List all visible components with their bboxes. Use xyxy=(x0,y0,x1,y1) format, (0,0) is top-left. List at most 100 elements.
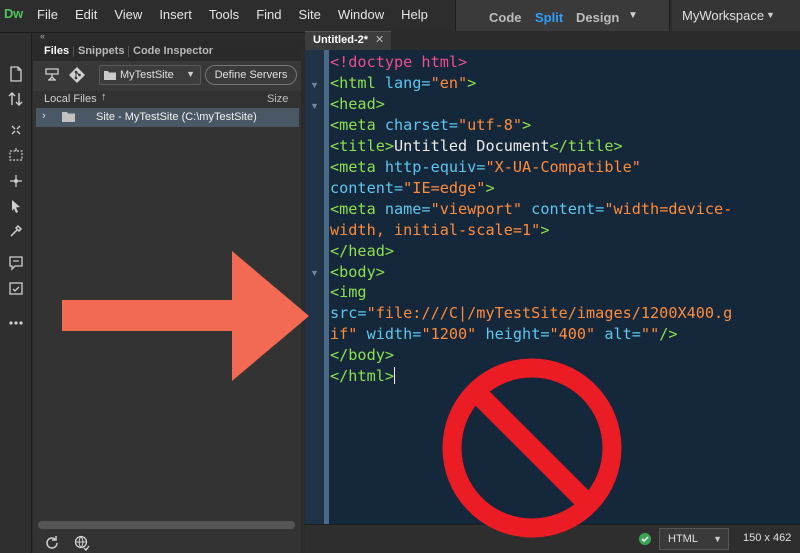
code-token: "X-UA-Compatible" xyxy=(485,157,641,176)
code-line[interactable]: width, initial-scale=1"> xyxy=(330,220,775,241)
tool-strip xyxy=(0,33,32,553)
column-size[interactable]: Size xyxy=(267,93,288,105)
code-line[interactable]: <title>Untitled Document</title> xyxy=(330,136,775,157)
column-local-files[interactable]: Local Files xyxy=(44,93,97,105)
chevron-down-icon: ▼ xyxy=(186,69,195,79)
text-cursor xyxy=(394,367,396,385)
design-view-button[interactable]: Design xyxy=(576,10,619,25)
code-line[interactable]: <body> xyxy=(330,262,775,283)
fold-icon[interactable]: ▼ xyxy=(310,101,319,111)
code-token: width= xyxy=(357,325,422,344)
code-token: src= xyxy=(330,304,367,323)
workspace-switcher[interactable]: MyWorkspace ▼ xyxy=(672,0,800,33)
menu-file[interactable]: File xyxy=(37,7,58,22)
comment-icon[interactable] xyxy=(8,255,24,271)
close-icon[interactable]: ✕ xyxy=(375,33,384,46)
split-view-button[interactable]: Split xyxy=(535,10,563,25)
code-token: </head> xyxy=(330,241,395,260)
code-line[interactable]: <meta http-equiv="X-UA-Compatible" xyxy=(330,157,775,178)
window-size-readout[interactable]: 150 x 462 xyxy=(743,532,791,544)
menu-window[interactable]: Window xyxy=(338,7,384,22)
code-line[interactable]: </html> xyxy=(330,366,775,387)
connect-icon[interactable] xyxy=(43,66,61,84)
validate-icon[interactable] xyxy=(8,281,24,297)
chevron-right-icon[interactable]: › xyxy=(42,110,46,122)
list-item[interactable]: › Site - MyTestSite (C:\myTestSite) xyxy=(36,108,299,127)
code-token: height= xyxy=(476,325,550,344)
file-icon[interactable] xyxy=(8,66,24,82)
workspace-caret-icon: ▼ xyxy=(766,10,775,20)
tab-files[interactable]: Files xyxy=(44,45,69,57)
code-token: content= xyxy=(330,178,404,197)
view-dropdown-caret-icon[interactable]: ▼ xyxy=(628,10,638,21)
eyedropper-icon[interactable] xyxy=(8,223,24,239)
menu-edit[interactable]: Edit xyxy=(75,7,97,22)
chevron-down-icon: ▼ xyxy=(713,534,722,544)
expand-icon[interactable] xyxy=(8,122,24,138)
more-tools-icon[interactable] xyxy=(8,315,24,331)
code-editor[interactable]: <!doctype html> <html lang="en"> <head> <me… xyxy=(324,50,800,524)
line-gutter: ▼ ▼ ▼ xyxy=(305,50,324,524)
code-token: > xyxy=(522,115,532,134)
select-region-icon[interactable] xyxy=(8,147,24,163)
code-line[interactable]: <!doctype html> xyxy=(330,52,775,73)
code-token: "utf-8" xyxy=(458,115,523,134)
menu-view[interactable]: View xyxy=(114,7,142,22)
code-token: /> xyxy=(659,325,678,344)
code-token: <html xyxy=(330,73,376,92)
code-line[interactable]: src="file:///C|/myTestSite/images/1200X4… xyxy=(330,303,775,324)
code-line[interactable]: </head> xyxy=(330,241,775,262)
menu-insert[interactable]: Insert xyxy=(159,7,192,22)
code-token: <meta xyxy=(330,199,376,218)
code-line[interactable]: <meta charset="utf-8"> xyxy=(330,115,775,136)
menu-site[interactable]: Site xyxy=(298,7,320,22)
git-icon[interactable] xyxy=(68,66,86,84)
code-line[interactable]: content="IE=edge"> xyxy=(330,178,775,199)
site-select[interactable]: MyTestSite ▼ xyxy=(99,65,201,85)
tab-snippets[interactable]: Snippets xyxy=(78,45,124,57)
check-circle-icon[interactable] xyxy=(638,532,652,546)
files-footer xyxy=(33,531,301,553)
code-line[interactable]: if" width="1200" height="400" alt=""/> xyxy=(330,324,775,345)
menu-tools[interactable]: Tools xyxy=(209,7,239,22)
collapse-panel-icon[interactable]: « xyxy=(40,31,45,41)
document-tabs: Untitled-2* ✕ xyxy=(305,31,800,50)
pointer-icon[interactable] xyxy=(8,198,24,214)
document-type-select[interactable]: HTML ▼ xyxy=(659,528,729,550)
tab-code-inspector[interactable]: Code Inspector xyxy=(133,45,213,57)
code-line[interactable]: <head> xyxy=(330,94,775,115)
workspace-label: MyWorkspace xyxy=(682,8,765,23)
sort-icon[interactable] xyxy=(8,91,24,107)
code-view-button[interactable]: Code xyxy=(489,10,522,25)
fold-icon[interactable]: ▼ xyxy=(310,268,319,278)
tab-divider xyxy=(128,46,129,57)
file-list-header: Local Files ↑ Size xyxy=(33,91,301,108)
menu-help[interactable]: Help xyxy=(401,7,428,22)
menu-find[interactable]: Find xyxy=(256,7,281,22)
files-toolbar: MyTestSite ▼ Define Servers xyxy=(33,61,301,91)
code-token: "400" xyxy=(549,325,596,344)
code-token: width, initial-scale=1" xyxy=(330,220,541,239)
code-line[interactable]: <html lang="en"> xyxy=(330,73,775,94)
code-token: http-equiv= xyxy=(375,157,486,176)
refresh-icon[interactable] xyxy=(44,535,60,551)
move-icon[interactable] xyxy=(8,173,24,189)
globe-check-icon[interactable] xyxy=(74,535,90,551)
code-token: <!doctype html> xyxy=(330,53,468,71)
code-token: <meta xyxy=(330,157,376,176)
tab-untitled-2[interactable]: Untitled-2* ✕ xyxy=(305,31,391,50)
site-row-label: Site - MyTestSite (C:\myTestSite) xyxy=(96,111,257,123)
code-line[interactable]: <img xyxy=(330,282,775,303)
site-select-label: MyTestSite xyxy=(120,69,174,81)
code-line[interactable]: </body> xyxy=(330,345,775,366)
fold-icon[interactable]: ▼ xyxy=(310,80,319,90)
code-line[interactable]: <meta name="viewport" content="width=dev… xyxy=(330,199,775,220)
app-logo: Dw xyxy=(4,6,23,21)
code-token: "IE=edge" xyxy=(403,178,486,197)
code-token: "file:///C|/myTestSite/images/1200X400.g xyxy=(366,304,733,323)
code-text[interactable]: <!doctype html> <html lang="en"> <head> <me… xyxy=(330,52,775,387)
code-token: <head> xyxy=(330,94,385,113)
sort-arrow-icon[interactable]: ↑ xyxy=(101,91,107,103)
define-servers-button[interactable]: Define Servers xyxy=(205,65,297,85)
horizontal-scrollbar[interactable] xyxy=(38,521,295,529)
